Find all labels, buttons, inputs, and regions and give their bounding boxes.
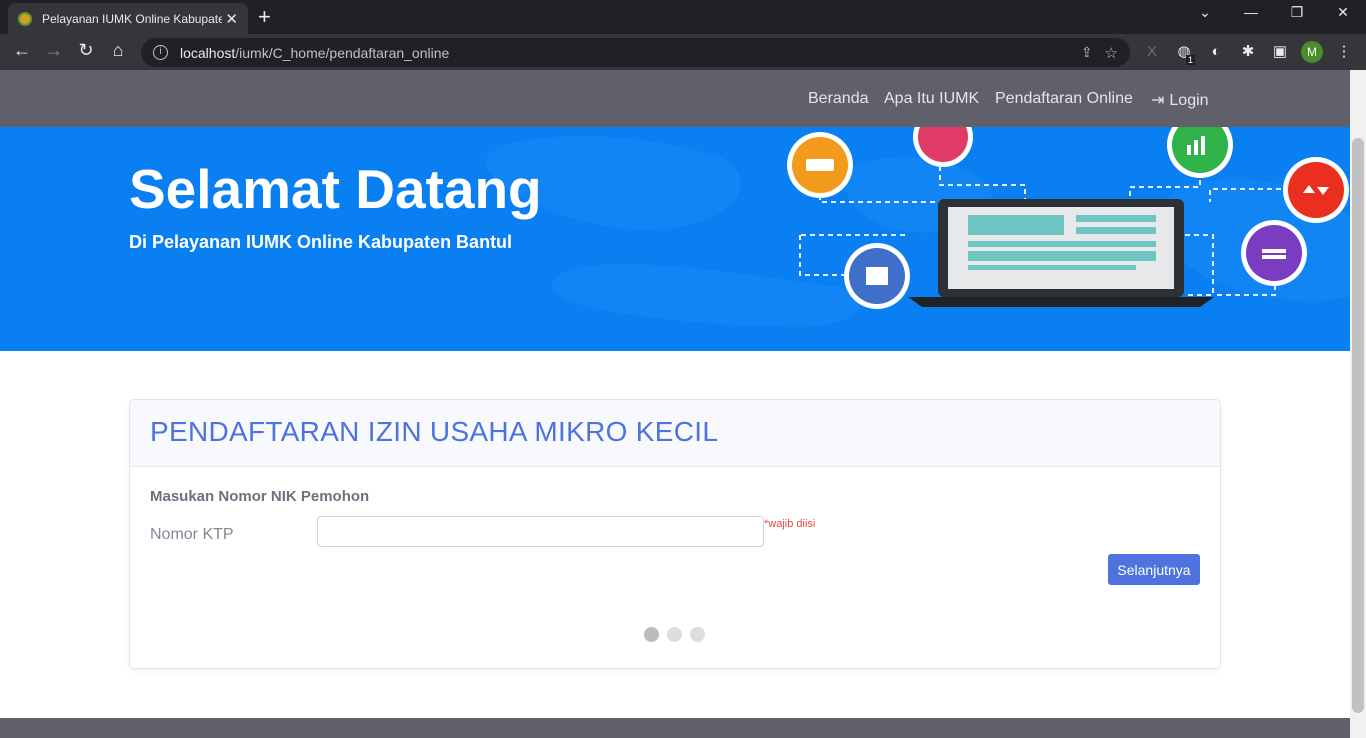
hero-subtitle: Di Pelayanan IUMK Online Kabupaten Bantu… (129, 232, 513, 252)
forward-icon[interactable]: → (42, 40, 66, 61)
dark-mode-extension-icon[interactable]: ◐ (1207, 43, 1225, 61)
site-favicon-icon (18, 11, 32, 26)
tab-close-icon[interactable]: ✕ (225, 10, 238, 28)
top-navbar: Beranda Apa Itu IUMK Pendaftaran Online … (0, 70, 1350, 127)
site-info-icon[interactable]: i (153, 45, 168, 60)
browser-toolbar: ← → ↻ ⌂ i localhost/iumk/C_home/pendafta… (0, 34, 1366, 70)
restore-icon[interactable]: ❐ (1282, 4, 1312, 21)
card-header: PENDAFTARAN IZIN USAHA MIKRO KECIL (130, 400, 1220, 467)
form-heading: PENDAFTARAN IZIN USAHA MIKRO KECIL (150, 416, 719, 447)
reload-icon[interactable]: ↻ (74, 40, 98, 61)
nomor-ktp-label: Nomor KTP (150, 526, 234, 543)
share-icon[interactable]: ⇪ (1081, 44, 1093, 61)
url-host: localhost (180, 44, 236, 61)
tab-search-icon[interactable]: ⌄ (1190, 4, 1220, 21)
new-tab-button[interactable]: + (258, 4, 271, 30)
web-page: Beranda Apa Itu IUMK Pendaftaran Online … (0, 70, 1350, 738)
menu-kebab-icon[interactable]: ⋮ (1335, 43, 1353, 61)
page-footer (0, 718, 1350, 738)
nav-apa-itu-iumk[interactable]: Apa Itu IUMK (884, 90, 979, 108)
step-indicator-3 (690, 627, 705, 642)
tab-title: Pelayanan IUMK Online Kabupaten Bantul (42, 11, 222, 26)
window-close-icon[interactable]: ✕ (1328, 4, 1358, 21)
step-indicator-2 (667, 627, 682, 642)
extension-badge: 1 (1186, 55, 1196, 65)
url-path: /iumk/C_home/pendaftaran_online (235, 44, 450, 61)
extensions-puzzle-icon[interactable]: ✱ (1239, 43, 1257, 61)
back-icon[interactable]: ← (10, 40, 34, 61)
nomor-ktp-input[interactable] (317, 516, 764, 547)
hero-title: Selamat Datang (129, 158, 542, 220)
minimize-icon[interactable]: — (1236, 4, 1266, 20)
profile-avatar[interactable]: M (1301, 41, 1323, 63)
registration-card: PENDAFTARAN IZIN USAHA MIKRO KECIL Masuk… (129, 399, 1221, 669)
scrollbar-thumb[interactable] (1352, 138, 1364, 713)
nav-beranda[interactable]: Beranda (808, 90, 869, 108)
side-panel-icon[interactable]: ▣ (1271, 43, 1289, 61)
page-scrollbar[interactable] (1350, 70, 1366, 738)
nav-login-label: Login (1169, 92, 1209, 109)
form-subheading: Masukan Nomor NIK Pemohon (150, 488, 370, 505)
x-extension-icon[interactable]: X (1143, 43, 1161, 61)
required-note: *wajib diisi (764, 518, 816, 530)
bookmark-star-icon[interactable]: ☆ (1105, 44, 1118, 62)
nav-pendaftaran-online[interactable]: Pendaftaran Online (995, 90, 1133, 108)
step-indicator-1 (644, 627, 659, 642)
selanjutnya-button[interactable]: Selanjutnya (1108, 554, 1200, 585)
browser-tab[interactable]: Pelayanan IUMK Online Kabupaten Bantul ✕ (8, 3, 248, 34)
browser-tab-strip: Pelayanan IUMK Online Kabupaten Bantul ✕… (0, 0, 1366, 34)
login-icon: ⇥ (1151, 92, 1165, 109)
home-icon[interactable]: ⌂ (106, 40, 130, 61)
address-bar[interactable]: i localhost/iumk/C_home/pendaftaran_onli… (141, 38, 1130, 67)
nav-login[interactable]: ⇥ Login (1151, 90, 1209, 110)
hero-banner: Selamat Datang Di Pelayanan IUMK Online … (0, 127, 1350, 351)
